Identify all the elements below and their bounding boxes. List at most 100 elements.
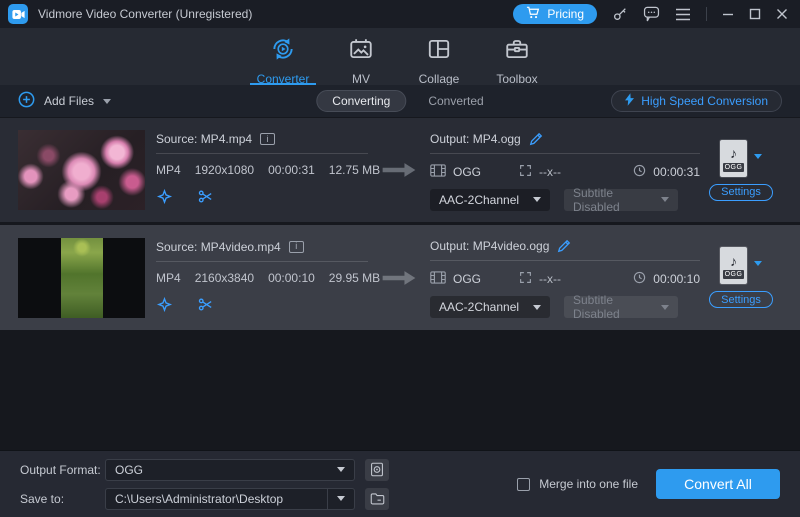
toolbar: Add Files Converting Converted High Spee…: [0, 85, 800, 117]
profile-caret-icon[interactable]: [754, 261, 762, 266]
converter-icon: [270, 36, 296, 67]
register-key-icon[interactable]: [612, 6, 628, 22]
output-duration: 00:00:31: [653, 165, 700, 179]
file-row-1[interactable]: Source: MP4.mp4 i MP4 1920x1080 00:00:31…: [0, 118, 800, 222]
video-thumbnail-1[interactable]: [18, 130, 145, 210]
audio-track-value: AAC-2Channel: [439, 300, 519, 314]
tab-collage-label: Collage: [419, 72, 460, 86]
feedback-bubble-icon[interactable]: [643, 6, 660, 22]
cart-icon: [526, 6, 540, 22]
film-icon: [430, 271, 446, 287]
subtitle-dropdown[interactable]: Subtitle Disabled: [564, 189, 678, 211]
mv-icon: [348, 36, 374, 67]
edit-pencil-icon[interactable]: [557, 239, 571, 253]
pricing-button[interactable]: Pricing: [513, 4, 597, 24]
output-format-dropdown[interactable]: OGG: [105, 459, 355, 481]
merge-label: Merge into one file: [539, 477, 638, 491]
tab-converted-label: Converted: [428, 94, 483, 108]
clock-icon: [633, 164, 646, 180]
chevron-down-icon: [337, 467, 345, 472]
source-format: MP4: [156, 163, 181, 177]
tab-toolbox[interactable]: Toolbox: [478, 28, 556, 85]
output-format-value: OGG: [115, 463, 143, 477]
source-name: Source: MP4.mp4: [156, 132, 252, 146]
info-icon[interactable]: i: [289, 241, 304, 253]
cut-scissors-icon[interactable]: [197, 188, 214, 210]
source-resolution: 2160x3840: [195, 271, 254, 285]
chevron-down-icon: [533, 197, 541, 202]
chevron-down-icon: [661, 305, 669, 310]
close-button[interactable]: [776, 8, 788, 20]
chevron-down-icon: [337, 496, 345, 501]
source-duration: 00:00:10: [268, 271, 315, 285]
clock-icon: [633, 271, 646, 287]
divider: [430, 153, 700, 154]
footer-bar: Output Format: OGG Save to: C:\Users\Adm…: [0, 450, 800, 517]
tab-converting[interactable]: Converting: [316, 90, 406, 112]
output-resolution: --x--: [539, 272, 561, 286]
subtitle-dropdown[interactable]: Subtitle Disabled: [564, 296, 678, 318]
add-files-button[interactable]: Add Files: [18, 91, 111, 111]
ogg-file-icon[interactable]: ♪ OGG: [720, 140, 747, 177]
toolbox-icon: [504, 36, 530, 67]
tab-converter[interactable]: Converter: [244, 28, 322, 85]
save-to-value: C:\Users\Administrator\Desktop: [115, 492, 283, 506]
info-icon[interactable]: i: [260, 133, 275, 145]
settings-label: Settings: [721, 294, 761, 306]
source-name: Source: MP4video.mp4: [156, 240, 281, 254]
file-badge-label: OGG: [723, 270, 744, 279]
add-files-caret-icon[interactable]: [103, 99, 111, 104]
convert-all-button[interactable]: Convert All: [656, 469, 780, 499]
output-name: Output: MP4video.ogg: [430, 239, 549, 253]
effect-star-icon[interactable]: [156, 188, 173, 210]
music-note-glyph: ♪: [730, 253, 737, 269]
resize-icon: [519, 164, 532, 180]
save-to-dropdown[interactable]: C:\Users\Administrator\Desktop: [105, 488, 355, 510]
merge-checkbox[interactable]: [517, 478, 530, 491]
collage-icon: [426, 36, 452, 67]
output-profile-1: ♪ OGG Settings: [700, 140, 782, 201]
format-settings-button[interactable]: [365, 459, 389, 481]
audio-track-dropdown[interactable]: AAC-2Channel: [430, 296, 550, 318]
audio-track-dropdown[interactable]: AAC-2Channel: [430, 189, 550, 211]
convert-all-label: Convert All: [684, 476, 752, 492]
output-duration: 00:00:10: [653, 272, 700, 286]
output-format: OGG: [453, 272, 481, 286]
app-logo-icon: [8, 4, 28, 24]
chevron-down-icon: [533, 305, 541, 310]
merge-into-one-file-option[interactable]: Merge into one file: [517, 477, 638, 491]
window-title: Vidmore Video Converter (Unregistered): [38, 7, 252, 21]
output-format: OGG: [453, 165, 481, 179]
film-icon: [430, 164, 446, 180]
tab-mv[interactable]: MV: [322, 28, 400, 85]
file-row-2[interactable]: Source: MP4video.mp4 i MP4 2160x3840 00:…: [0, 225, 800, 330]
music-note-glyph: ♪: [730, 145, 737, 161]
high-speed-conversion-button[interactable]: High Speed Conversion: [611, 90, 782, 112]
add-files-label: Add Files: [44, 94, 94, 108]
audio-track-value: AAC-2Channel: [439, 193, 519, 207]
main-nav: Converter MV Collage: [0, 28, 800, 85]
file-badge-label: OGG: [723, 163, 744, 172]
effect-star-icon[interactable]: [156, 296, 173, 318]
output-profile-2: ♪ OGG Settings: [700, 247, 782, 308]
pricing-label: Pricing: [547, 7, 584, 21]
video-thumbnail-2[interactable]: [18, 238, 145, 318]
open-folder-button[interactable]: [365, 488, 389, 510]
divider: [156, 153, 368, 154]
profile-caret-icon[interactable]: [754, 154, 762, 159]
ogg-file-icon[interactable]: ♪ OGG: [720, 247, 747, 284]
subtitle-value: Subtitle Disabled: [573, 293, 661, 321]
cut-scissors-icon[interactable]: [197, 296, 214, 318]
settings-button[interactable]: Settings: [709, 291, 773, 308]
titlebar: Vidmore Video Converter (Unregistered) P…: [0, 0, 800, 28]
resize-icon: [519, 271, 532, 287]
tab-converted[interactable]: Converted: [428, 94, 483, 108]
maximize-button[interactable]: [749, 8, 761, 20]
edit-pencil-icon[interactable]: [529, 132, 543, 146]
menu-icon[interactable]: [675, 8, 691, 21]
chevron-down-icon: [661, 197, 669, 202]
tab-collage[interactable]: Collage: [400, 28, 478, 85]
settings-button[interactable]: Settings: [709, 184, 773, 201]
minimize-button[interactable]: [722, 8, 734, 20]
save-to-label: Save to:: [20, 492, 105, 506]
